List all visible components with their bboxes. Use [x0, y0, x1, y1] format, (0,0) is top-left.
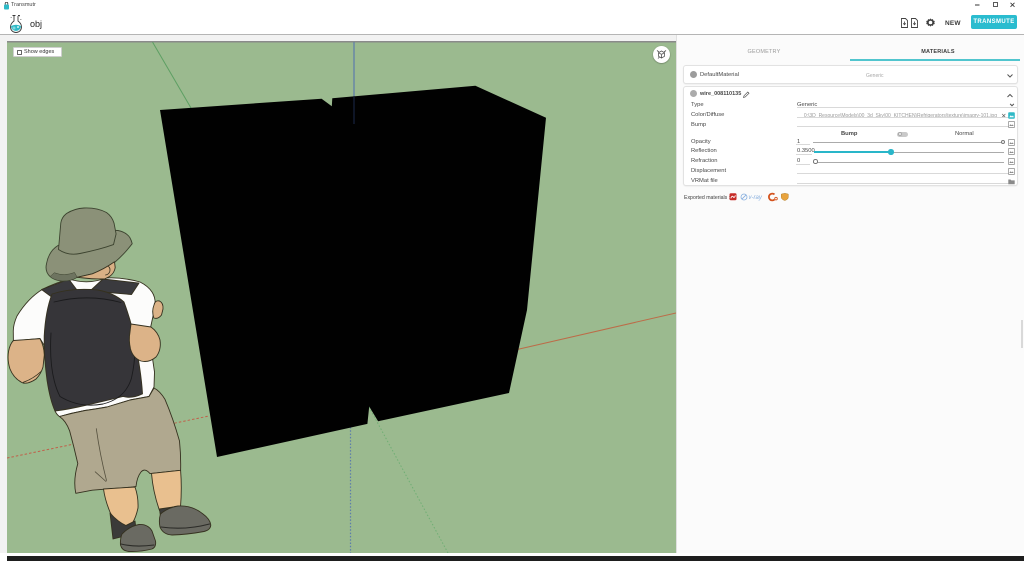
svg-text:v-ray: v-ray	[749, 195, 763, 201]
